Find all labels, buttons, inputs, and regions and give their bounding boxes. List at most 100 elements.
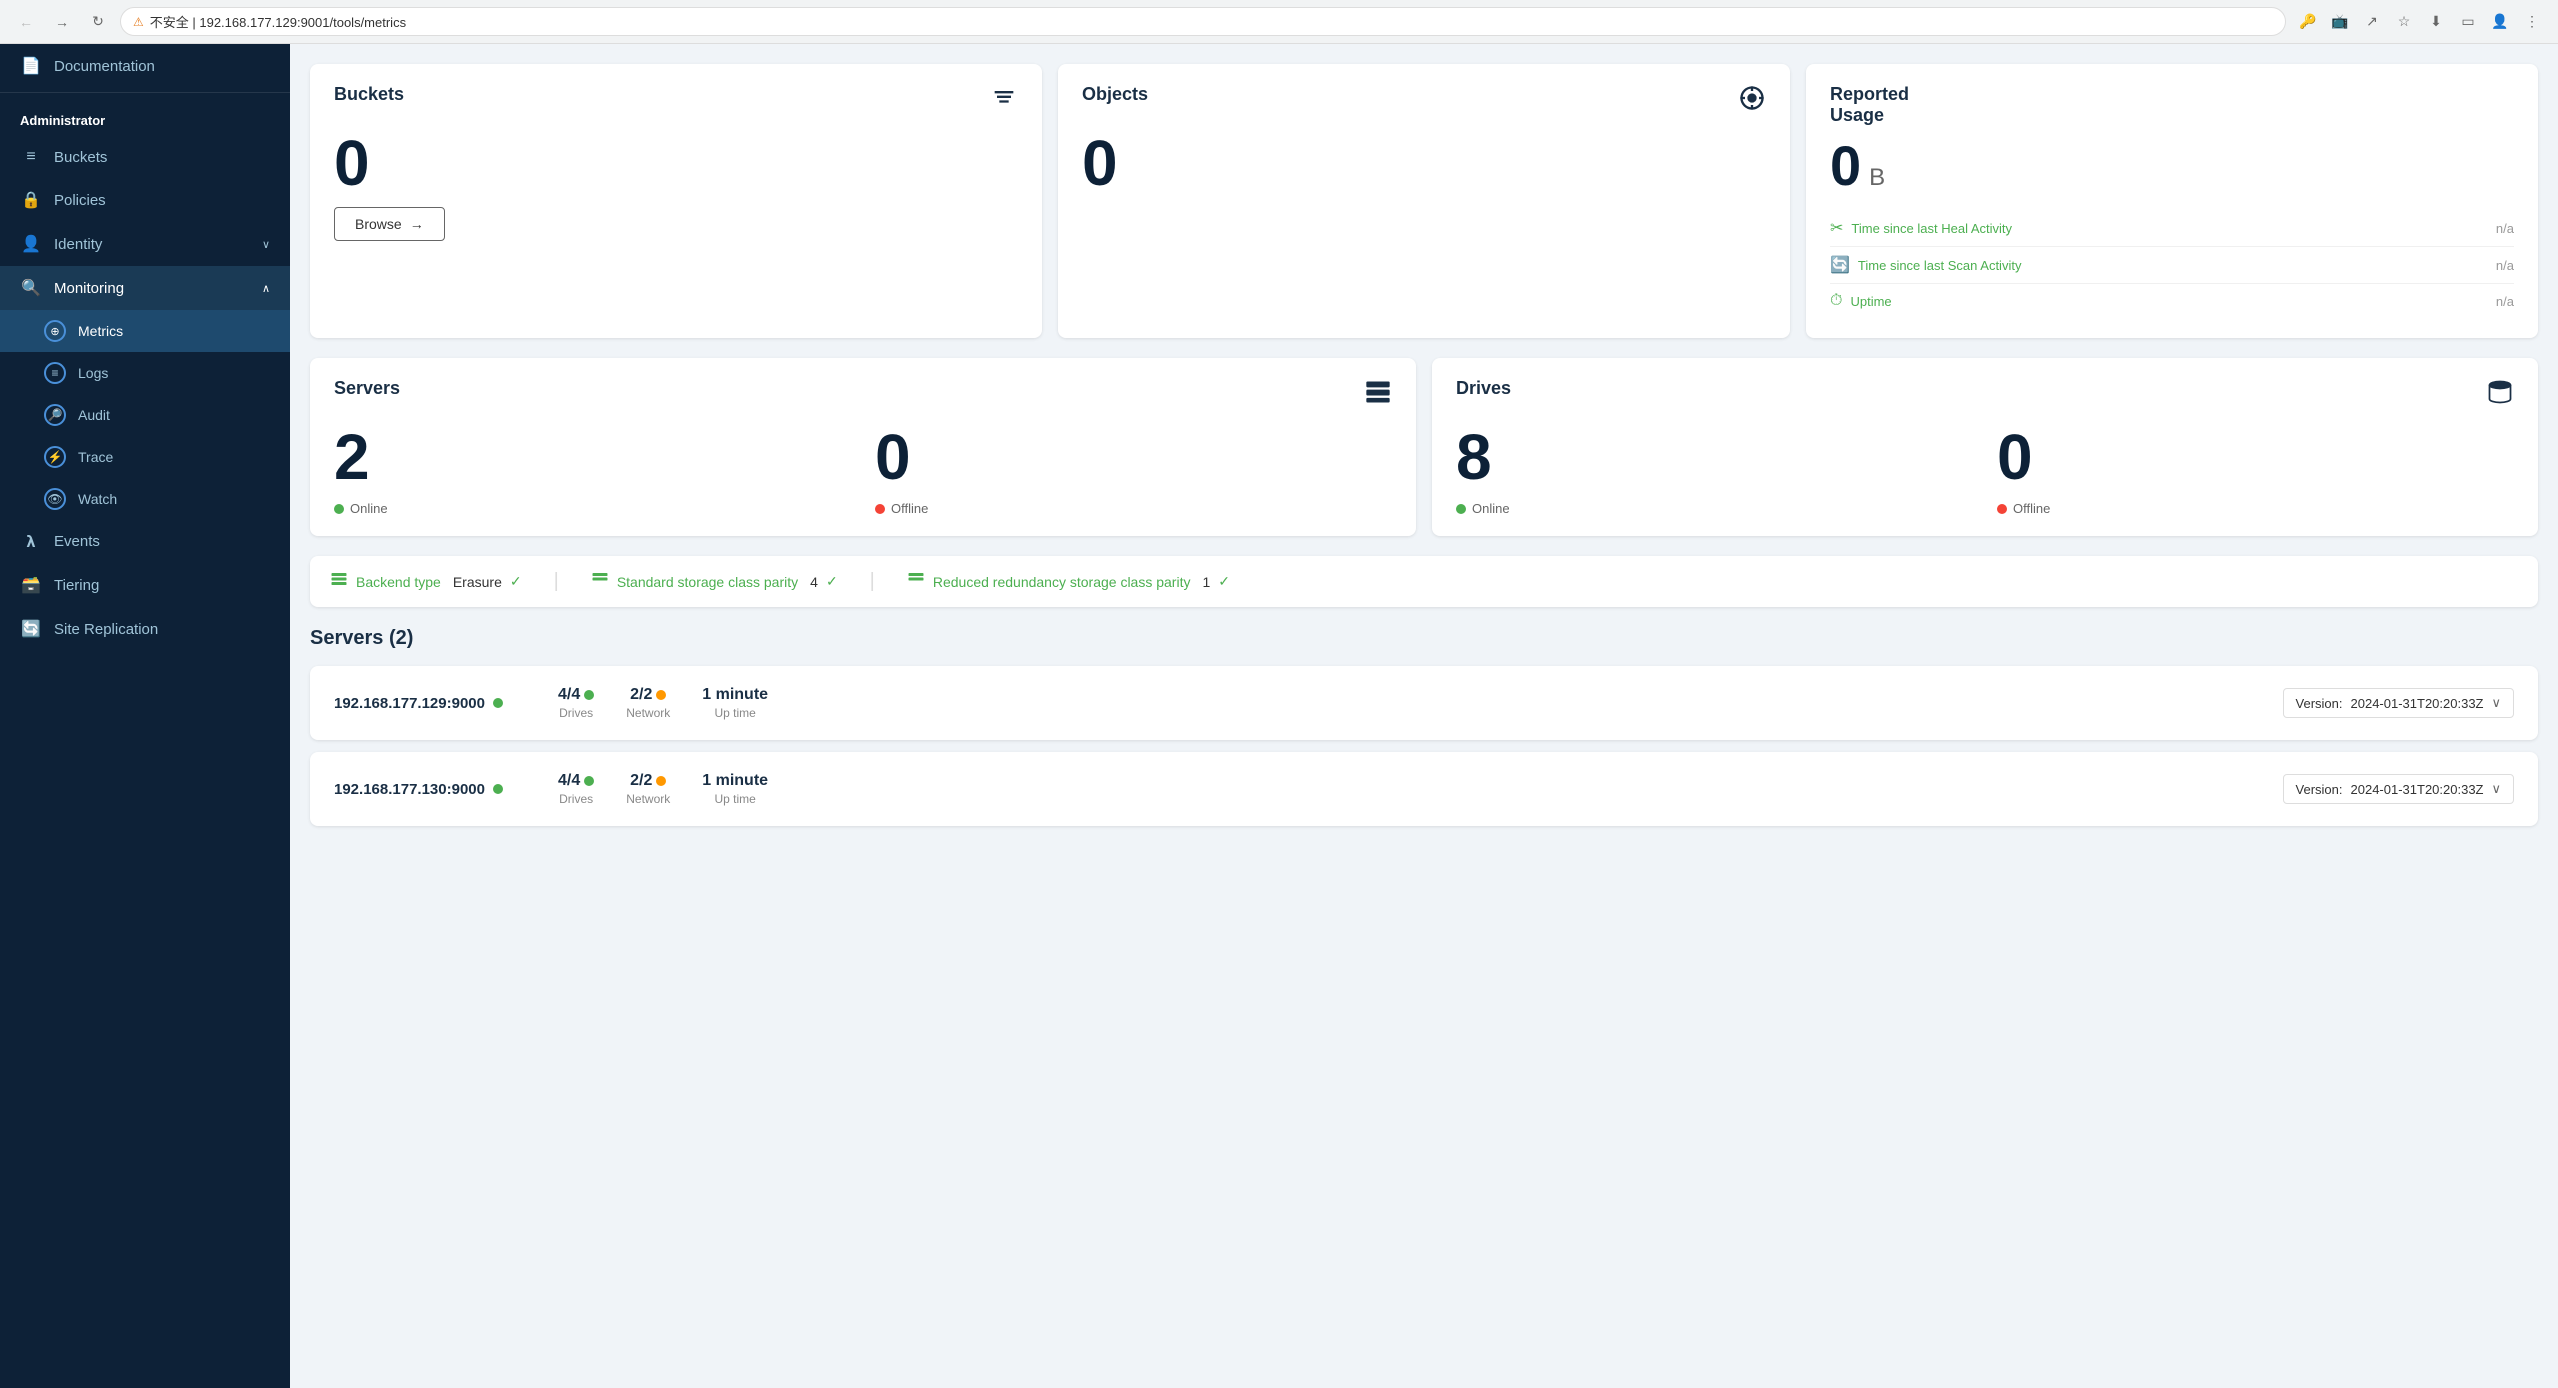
- drives-card-title: Drives: [1456, 378, 1511, 399]
- address-text: 不安全 | 192.168.177.129:9001/tools/metrics: [150, 12, 406, 31]
- drives-card: Drives 8 Online 0: [1432, 358, 2538, 536]
- server2-stats: 4/4 Drives 2/2 Network 1 minute Up time: [558, 772, 2259, 806]
- server1-name: 192.168.177.129:9000: [334, 695, 534, 712]
- server2-version-badge[interactable]: Version: 2024-01-31T20:20:33Z ∨: [2283, 774, 2514, 804]
- scan-icon: 🔄: [1830, 255, 1850, 275]
- server2-network-dot: [656, 776, 666, 786]
- sidebar-subitem-metrics[interactable]: ⊕ Metrics: [0, 310, 290, 352]
- profile-icon[interactable]: 👤: [2486, 8, 2514, 36]
- objects-value: 0: [1082, 131, 1766, 195]
- servers-offline-value: 0: [875, 425, 1392, 489]
- sidebar-icon[interactable]: ▭: [2454, 8, 2482, 36]
- watch-icon: 👁: [44, 488, 66, 510]
- tiering-icon: 🗃️: [20, 575, 42, 595]
- servers-offline: 0 Offline: [875, 425, 1392, 516]
- monitoring-chevron-icon: ∧: [262, 282, 270, 295]
- server1-drives-stat: 4/4 Drives: [558, 686, 594, 720]
- scan-label: Time since last Scan Activity: [1858, 258, 2488, 273]
- server2-uptime-label: Up time: [702, 792, 768, 806]
- server1-network-dot: [656, 690, 666, 700]
- sidebar: 📄 Documentation Administrator ≡ Buckets …: [0, 44, 290, 1388]
- sidebar-item-events[interactable]: λ Events: [0, 520, 290, 563]
- sidebar-item-policies[interactable]: 🔒 Policies: [0, 178, 290, 222]
- sidebar-watch-label: Watch: [78, 491, 117, 507]
- offline-dot: [875, 504, 885, 514]
- servers-online-label-row: Online: [334, 501, 851, 516]
- sidebar-subitem-watch[interactable]: 👁 Watch: [0, 478, 290, 520]
- address-bar[interactable]: ⚠ 不安全 | 192.168.177.129:9001/tools/metri…: [120, 7, 2286, 36]
- buckets-icon: ≡: [20, 148, 42, 166]
- browser-actions: 🔑 📺 ↗ ☆ ⬇ ▭ 👤 ⋮: [2294, 8, 2546, 36]
- server1-network-stat: 2/2 Network: [626, 686, 670, 720]
- sidebar-item-identity[interactable]: 👤 Identity ∨: [0, 222, 290, 266]
- scan-value: n/a: [2496, 258, 2514, 273]
- sidebar-item-documentation[interactable]: 📄 Documentation: [0, 44, 290, 88]
- standard-parity-check-icon: ✓: [826, 573, 838, 590]
- online-dot: [334, 504, 344, 514]
- server2-ip: 192.168.177.130:9000: [334, 781, 485, 798]
- drives-online-value: 8: [1456, 425, 1973, 489]
- backend-type-value: Erasure: [453, 574, 502, 590]
- server1-stats: 4/4 Drives 2/2 Network 1 minute Up time: [558, 686, 2259, 720]
- server2-status-dot: [493, 784, 503, 794]
- servers-section-title: Servers (2): [310, 627, 2538, 650]
- bookmark-icon[interactable]: ☆: [2390, 8, 2418, 36]
- server2-network-val: 2/2: [626, 772, 670, 790]
- backend-check-icon: ✓: [510, 573, 522, 590]
- server1-uptime-val: 1 minute: [702, 686, 768, 704]
- sidebar-item-buckets[interactable]: ≡ Buckets: [0, 136, 290, 178]
- drives-values: 8 Online 0 Offline: [1456, 425, 2514, 516]
- browser-chrome: ← → ↻ ⚠ 不安全 | 192.168.177.129:9001/tools…: [0, 0, 2558, 44]
- sidebar-site-replication-label: Site Replication: [54, 621, 270, 638]
- events-icon: λ: [20, 532, 42, 551]
- server-card-2: 192.168.177.130:9000 4/4 Drives 2/2: [310, 752, 2538, 826]
- documentation-icon: 📄: [20, 56, 42, 76]
- servers-values: 2 Online 0 Offline: [334, 425, 1392, 516]
- server1-uptime-label: Up time: [702, 706, 768, 720]
- back-button[interactable]: ←: [12, 8, 40, 36]
- server1-network-label: Network: [626, 706, 670, 720]
- sidebar-item-monitoring[interactable]: 🔍 Monitoring ∧: [0, 266, 290, 310]
- sidebar-item-tiering[interactable]: 🗃️ Tiering: [0, 563, 290, 607]
- servers-card-header: Servers: [334, 378, 1392, 413]
- server2-drives-stat: 4/4 Drives: [558, 772, 594, 806]
- reload-button[interactable]: ↻: [84, 8, 112, 36]
- key-icon[interactable]: 🔑: [2294, 8, 2322, 36]
- sidebar-subitem-trace[interactable]: ⚡ Trace: [0, 436, 290, 478]
- server-card-1: 192.168.177.129:9000 4/4 Drives 2/2: [310, 666, 2538, 740]
- drives-online-label: Online: [1472, 501, 1510, 516]
- browse-arrow-icon: →: [410, 216, 424, 232]
- server1-network-val: 2/2: [626, 686, 670, 704]
- drives-offline: 0 Offline: [1997, 425, 2514, 516]
- server1-version-badge[interactable]: Version: 2024-01-31T20:20:33Z ∨: [2283, 688, 2514, 718]
- sidebar-subitem-audit[interactable]: 🔎 Audit: [0, 394, 290, 436]
- drives-offline-value: 0: [1997, 425, 2514, 489]
- sidebar-monitoring-label: Monitoring: [54, 280, 250, 297]
- server2-version-label: Version:: [2296, 782, 2343, 797]
- scan-stat-row: 🔄 Time since last Scan Activity n/a: [1830, 247, 2514, 284]
- forward-button[interactable]: →: [48, 8, 76, 36]
- sidebar-tiering-label: Tiering: [54, 577, 270, 594]
- menu-icon[interactable]: ⋮: [2518, 8, 2546, 36]
- server2-network-stat: 2/2 Network: [626, 772, 670, 806]
- sidebar-policies-label: Policies: [54, 192, 270, 209]
- sidebar-subitem-logs[interactable]: ≡ Logs: [0, 352, 290, 394]
- browse-button[interactable]: Browse →: [334, 207, 445, 241]
- buckets-card-header: Buckets: [334, 84, 1018, 119]
- sidebar-item-site-replication[interactable]: 🔄 Site Replication: [0, 607, 290, 651]
- standard-parity-icon: [591, 570, 609, 593]
- cast-icon[interactable]: 📺: [2326, 8, 2354, 36]
- drives-offline-dot: [1997, 504, 2007, 514]
- usage-stats: ✂ Time since last Heal Activity n/a 🔄 Ti…: [1830, 210, 2514, 318]
- server2-drives-val: 4/4: [558, 772, 594, 790]
- servers-card-title: Servers: [334, 378, 400, 399]
- sidebar-trace-label: Trace: [78, 449, 113, 465]
- objects-card-icon: [1738, 84, 1766, 119]
- server1-status-dot: [493, 698, 503, 708]
- share-icon[interactable]: ↗: [2358, 8, 2386, 36]
- servers-online-label: Online: [350, 501, 388, 516]
- reported-usage-card: Reported Usage 0 B ✂ Time since last Hea…: [1806, 64, 2538, 338]
- server2-uptime-stat: 1 minute Up time: [702, 772, 768, 806]
- reduced-parity-label: Reduced redundancy storage class parity: [933, 574, 1191, 590]
- download-icon[interactable]: ⬇: [2422, 8, 2450, 36]
